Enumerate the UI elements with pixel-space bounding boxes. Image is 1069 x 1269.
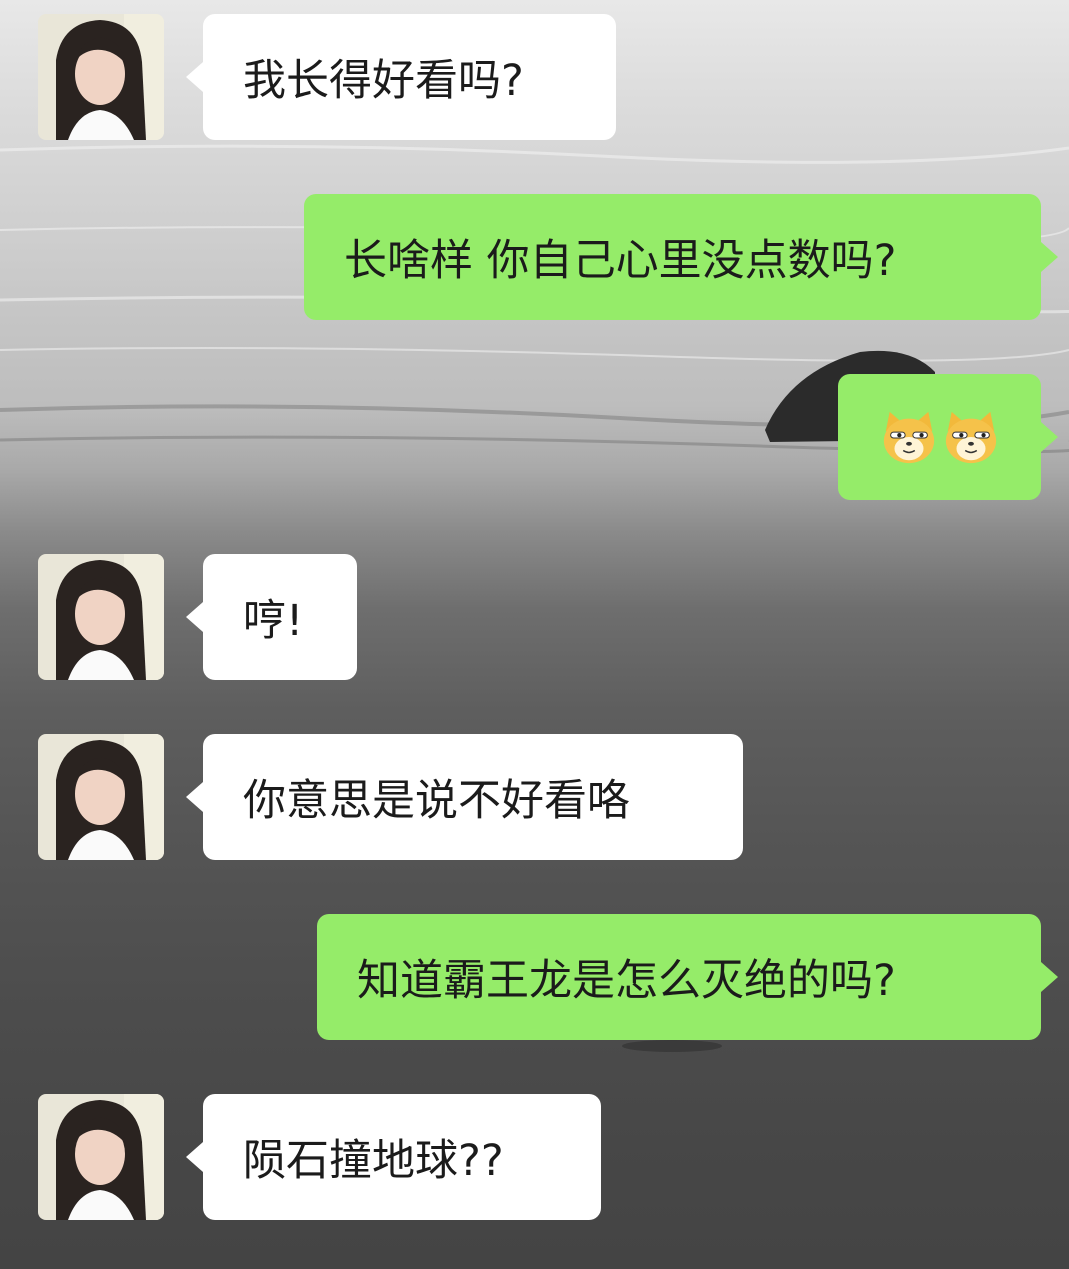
avatar-image <box>38 554 164 680</box>
doge-icon <box>883 411 935 464</box>
message-bubble[interactable]: 长啥样 你自己心里没点数吗? <box>304 194 1041 320</box>
avatar-image <box>38 734 164 860</box>
message-bubble[interactable]: 知道霸王龙是怎么灭绝的吗? <box>317 914 1041 1040</box>
message-bubble[interactable]: 你意思是说不好看咯 <box>203 734 743 860</box>
message-text: 陨石撞地球?? <box>243 1136 504 1186</box>
message-text: 长啥样 你自己心里没点数吗? <box>344 236 897 286</box>
avatar[interactable] <box>38 1094 164 1220</box>
bubble-tail <box>186 782 203 812</box>
bubble-tail <box>186 62 203 92</box>
message-text: 知道霸王龙是怎么灭绝的吗? <box>357 956 896 1006</box>
message-bubble[interactable] <box>838 374 1041 500</box>
avatar-image <box>38 14 164 140</box>
bubble-tail <box>1041 422 1058 452</box>
avatar[interactable] <box>38 14 164 140</box>
bubble-tail <box>186 1142 203 1172</box>
avatar-image <box>38 1094 164 1220</box>
bubble-tail <box>1041 242 1058 272</box>
bubble-tail <box>186 602 203 632</box>
doge-icon <box>945 411 997 464</box>
avatar[interactable] <box>38 554 164 680</box>
message-text: 我长得好看吗? <box>243 56 524 106</box>
avatar[interactable] <box>38 734 164 860</box>
message-text: 哼! <box>243 596 304 646</box>
bubble-tail <box>1041 962 1058 992</box>
message-bubble[interactable]: 我长得好看吗? <box>203 14 616 140</box>
message-bubble[interactable]: 哼! <box>203 554 357 680</box>
message-bubble[interactable]: 陨石撞地球?? <box>203 1094 601 1220</box>
message-text: 你意思是说不好看咯 <box>243 776 630 826</box>
